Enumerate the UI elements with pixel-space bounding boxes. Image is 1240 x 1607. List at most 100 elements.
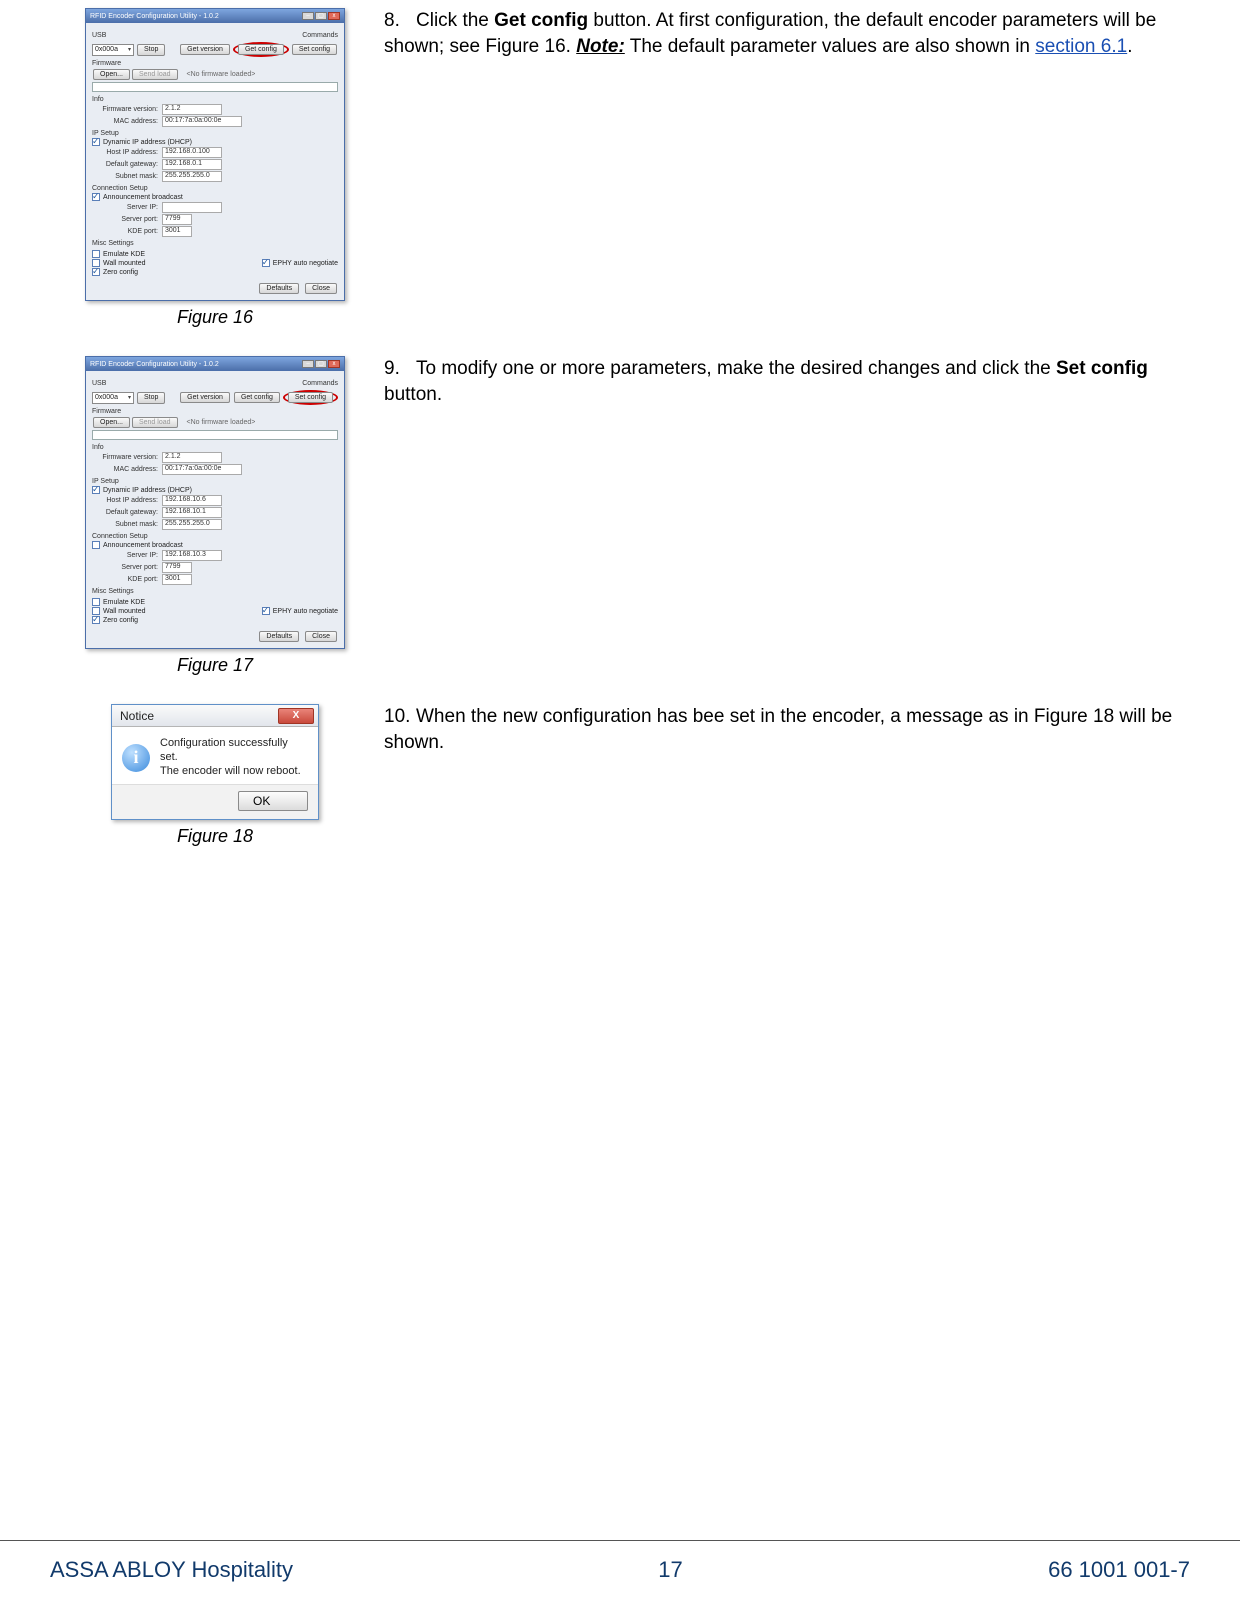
step-10-number: 10. [384,704,416,730]
section-6-1-link[interactable]: section 6.1 [1035,36,1127,57]
serverport-label: Server port: [100,564,162,571]
ip-setup-label: IP Setup [92,478,338,485]
wall-label: Wall mounted [103,608,146,615]
figure-18-caption: Figure 18 [50,826,380,847]
conn-setup-label: Connection Setup [92,185,338,192]
no-firmware-text: <No firmware loaded> [187,71,256,78]
window-controls: –▢x [301,12,340,20]
announce-checkbox[interactable] [92,541,100,549]
minimize-icon[interactable]: – [302,12,314,20]
hostip-label: Host IP address: [100,497,162,504]
get-config-button[interactable]: Get config [234,392,280,403]
fw-version-value: 2.1.2 [162,104,222,115]
kdeport-value[interactable]: 3001 [162,574,192,585]
fw-version-value: 2.1.2 [162,452,222,463]
footer-doc-number: 66 1001 001-7 [1048,1557,1190,1583]
wall-label: Wall mounted [103,260,146,267]
window-titlebar: RFID Encoder Configuration Utility - 1.0… [86,357,344,371]
footer-page-number: 17 [658,1557,682,1583]
serverport-value[interactable]: 7799 [162,214,192,225]
notice-dialog: Notice X i Configuration successfully se… [111,704,319,820]
maximize-icon[interactable]: ▢ [315,360,327,368]
set-config-bold: Set config [1056,358,1148,379]
emulate-label: Emulate KDE [103,251,145,258]
highlight-oval: Set config [283,390,338,405]
stop-button[interactable]: Stop [137,44,165,56]
emulate-checkbox[interactable] [92,598,100,606]
commands-label: Commands [302,32,338,39]
ephy-label: EPHY auto negotiate [273,260,338,267]
sendload-button[interactable]: Send load [132,417,178,428]
step-9-number: 9. [384,356,416,382]
dhcp-label: Dynamic IP address (DHCP) [103,139,192,146]
hostip-value[interactable]: 192.168.10.6 [162,495,222,506]
serverip-value[interactable]: 192.168.10.3 [162,550,222,561]
ok-button[interactable]: OK [238,791,308,811]
kdeport-label: KDE port: [100,576,162,583]
figure-16-caption: Figure 16 [50,307,380,328]
page-footer: ASSA ABLOY Hospitality 17 66 1001 001-7 [0,1540,1240,1607]
conn-setup-label: Connection Setup [92,533,338,540]
gateway-value[interactable]: 192.168.10.1 [162,507,222,518]
progress-bar [92,430,338,440]
kdeport-value[interactable]: 3001 [162,226,192,237]
gateway-value[interactable]: 192.168.0.1 [162,159,222,170]
ephy-checkbox[interactable] [262,607,270,615]
emulate-checkbox[interactable] [92,250,100,258]
close-icon[interactable]: x [328,12,340,20]
get-config-button[interactable]: Get config [238,44,284,55]
sendload-button[interactable]: Send load [132,69,178,80]
zero-checkbox[interactable] [92,616,100,624]
defaults-button[interactable]: Defaults [259,631,299,642]
announce-label: Announcement broadcast [103,194,183,201]
dhcp-checkbox[interactable] [92,486,100,494]
fw-version-label: Firmware version: [100,106,162,113]
set-config-button[interactable]: Set config [292,44,337,55]
minimize-icon[interactable]: – [302,360,314,368]
hostip-value[interactable]: 192.168.0.100 [162,147,222,158]
step-10-row: Notice X i Configuration successfully se… [50,704,1190,847]
usb-select[interactable]: 0x000a [92,44,134,56]
info-icon: i [122,744,150,772]
defaults-button[interactable]: Defaults [259,283,299,294]
subnet-value[interactable]: 255.255.255.0 [162,519,222,530]
emulate-label: Emulate KDE [103,599,145,606]
config-window-fig16: RFID Encoder Configuration Utility - 1.0… [85,8,345,301]
get-version-button[interactable]: Get version [180,392,230,403]
announce-checkbox[interactable] [92,193,100,201]
dhcp-label: Dynamic IP address (DHCP) [103,487,192,494]
gateway-label: Default gateway: [100,509,162,516]
serverip-label: Server IP: [100,552,162,559]
no-firmware-text: <No firmware loaded> [187,419,256,426]
zero-label: Zero config [103,617,138,624]
close-button[interactable]: Close [305,283,337,294]
fw-version-label: Firmware version: [100,454,162,461]
set-config-button[interactable]: Set config [288,392,333,403]
subnet-label: Subnet mask: [100,173,162,180]
ip-setup-label: IP Setup [92,130,338,137]
serverip-value[interactable] [162,202,222,213]
figure-18-container: Notice X i Configuration successfully se… [50,704,380,847]
maximize-icon[interactable]: ▢ [315,12,327,20]
dhcp-checkbox[interactable] [92,138,100,146]
open-button[interactable]: Open... [93,417,130,428]
notice-message: Configuration successfully set. The enco… [160,737,308,778]
mac-value: 00:17:7a:0a:00:0e [162,116,242,127]
gateway-label: Default gateway: [100,161,162,168]
get-version-button[interactable]: Get version [180,44,230,55]
close-icon[interactable]: x [328,360,340,368]
open-button[interactable]: Open... [93,69,130,80]
close-icon[interactable]: X [278,708,314,724]
stop-button[interactable]: Stop [137,392,165,404]
ephy-checkbox[interactable] [262,259,270,267]
announce-label: Announcement broadcast [103,542,183,549]
zero-checkbox[interactable] [92,268,100,276]
info-label: Info [92,444,338,451]
hostip-label: Host IP address: [100,149,162,156]
serverport-value[interactable]: 7799 [162,562,192,573]
usb-select[interactable]: 0x000a [92,392,134,404]
mac-label: MAC address: [100,466,162,473]
close-button[interactable]: Close [305,631,337,642]
subnet-label: Subnet mask: [100,521,162,528]
subnet-value[interactable]: 255.255.255.0 [162,171,222,182]
